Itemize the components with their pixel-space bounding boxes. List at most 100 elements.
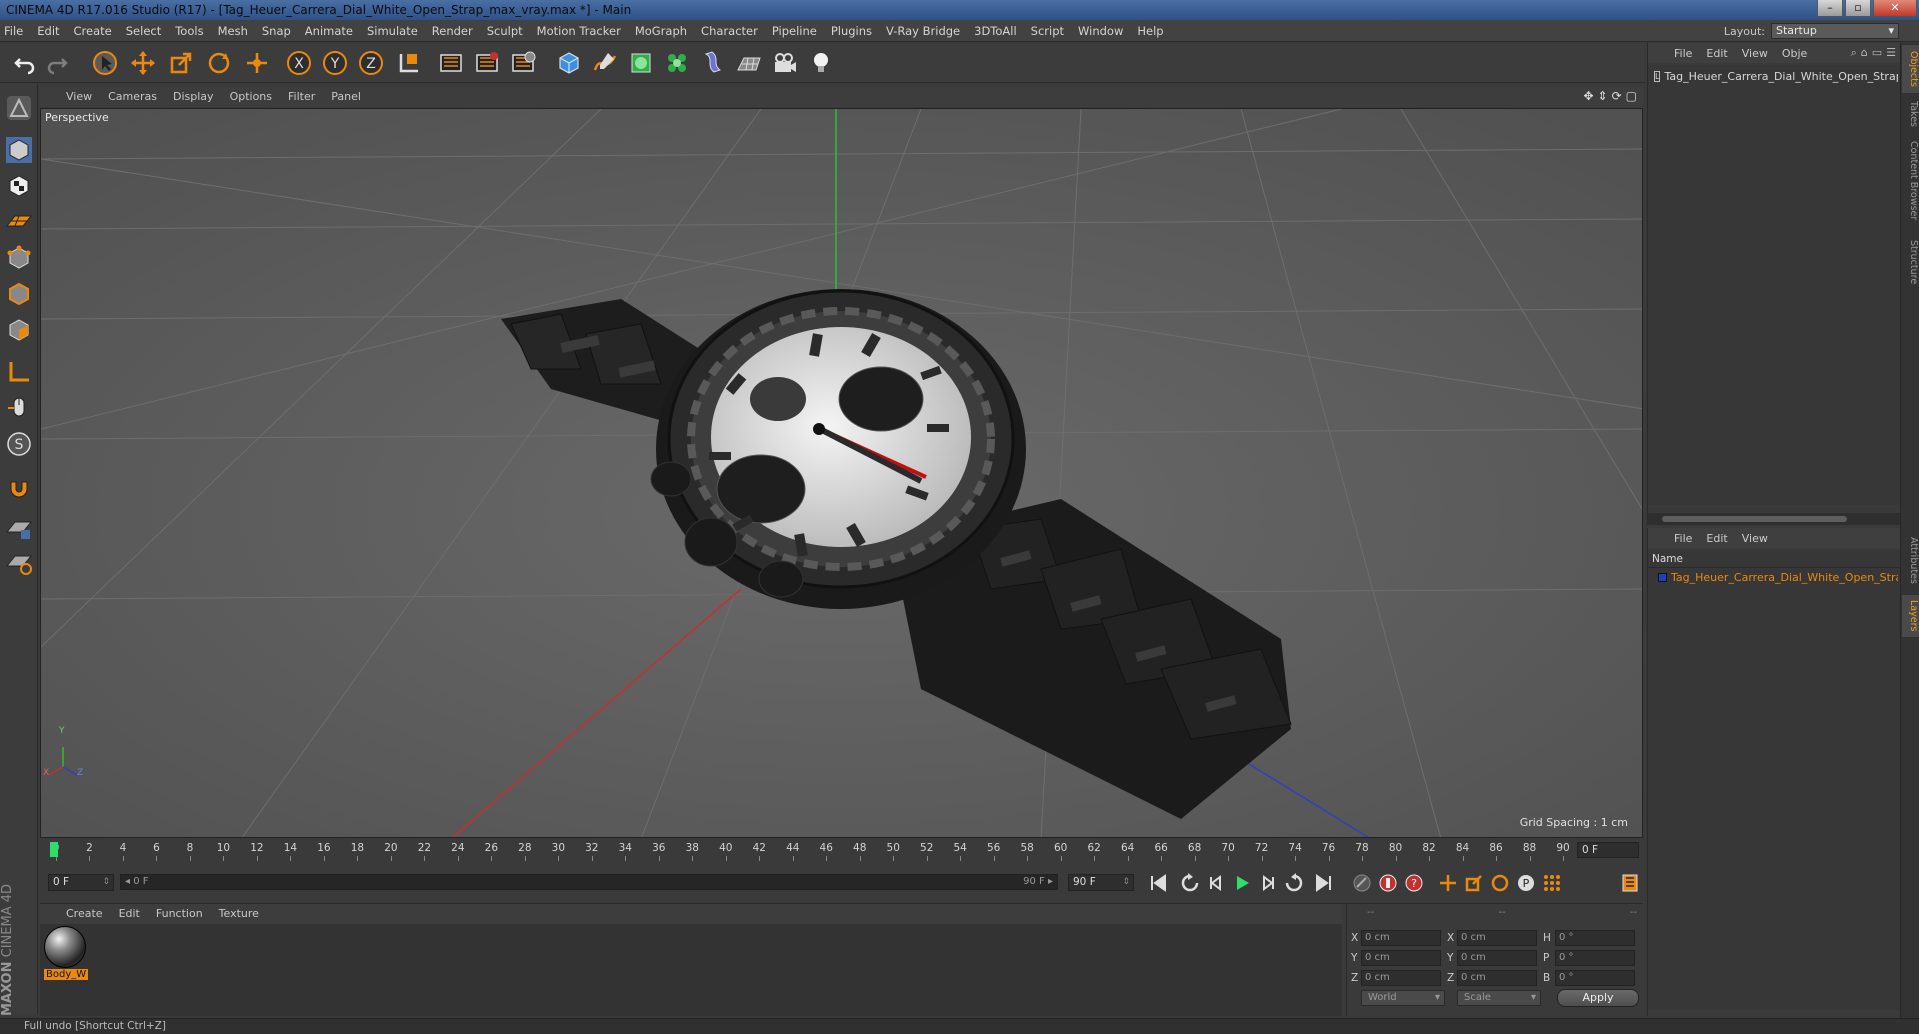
maximize-button[interactable]: ▫ xyxy=(1845,0,1871,17)
menu-tools[interactable]: Tools xyxy=(175,24,203,38)
menu-render[interactable]: Render xyxy=(432,24,473,38)
model-mode-icon[interactable] xyxy=(3,134,35,166)
tab-layers[interactable]: Layers xyxy=(1902,595,1919,637)
perspective-viewport[interactable]: Perspective Y X Z Grid Spacing : 1 cm xyxy=(40,108,1643,838)
material-menu-edit[interactable]: Edit xyxy=(119,907,140,920)
layer-color-swatch[interactable] xyxy=(1658,573,1667,582)
render-settings-icon[interactable] xyxy=(508,48,538,78)
texture-mode-icon[interactable] xyxy=(3,170,35,202)
object-list-scrollbar[interactable] xyxy=(1648,513,1900,525)
end-frame-field[interactable]: 90 F xyxy=(1068,874,1134,891)
menu-simulate[interactable]: Simulate xyxy=(367,24,418,38)
move-icon[interactable] xyxy=(128,48,158,78)
playhead[interactable] xyxy=(50,842,58,857)
dolly-icon[interactable]: ⇕ xyxy=(1598,89,1608,103)
snap-icon[interactable]: S xyxy=(3,428,35,460)
locked-workplane-icon[interactable] xyxy=(3,512,35,544)
light-icon[interactable] xyxy=(806,48,836,78)
polygons-mode-icon[interactable] xyxy=(3,314,35,346)
tab-takes[interactable]: Takes xyxy=(1902,97,1919,131)
edges-mode-icon[interactable] xyxy=(3,278,35,310)
y-axis-lock-icon[interactable]: Y xyxy=(320,48,350,78)
menu-character[interactable]: Character xyxy=(701,24,758,38)
menu-pipeline[interactable]: Pipeline xyxy=(772,24,817,38)
floor-icon[interactable] xyxy=(734,48,764,78)
position-z-field[interactable]: 0 cm xyxy=(1361,970,1441,986)
workplane-mode-icon[interactable] xyxy=(3,206,35,238)
orbit-icon[interactable]: ⟳ xyxy=(1612,89,1622,103)
viewport-menu-display[interactable]: Display xyxy=(173,90,214,103)
material-menu-texture[interactable]: Texture xyxy=(219,907,259,920)
viewport-menu-panel[interactable]: Panel xyxy=(331,90,361,103)
menu-mesh[interactable]: Mesh xyxy=(218,24,248,38)
previous-frame-icon[interactable] xyxy=(1204,871,1228,895)
layer-menu-edit[interactable]: Edit xyxy=(1706,532,1727,545)
viewport-menu-view[interactable]: View xyxy=(66,90,92,103)
next-frame-icon[interactable] xyxy=(1256,871,1280,895)
key-rotation-icon[interactable] xyxy=(1488,871,1512,895)
deformer-icon[interactable] xyxy=(698,48,728,78)
menu-create[interactable]: Create xyxy=(74,24,112,38)
next-key-icon[interactable] xyxy=(1282,871,1306,895)
tweak-mode-icon[interactable] xyxy=(3,392,35,424)
object-item[interactable]: L Tag_Heuer_Carrera_Dial_White_Open_Stra… xyxy=(1654,70,1898,83)
subdivision-surface-icon[interactable] xyxy=(626,48,656,78)
go-to-end-icon[interactable] xyxy=(1312,871,1336,895)
menu-select[interactable]: Select xyxy=(126,24,161,38)
size-x-field[interactable]: 0 cm xyxy=(1457,930,1537,946)
menu-v-ray-bridge[interactable]: V-Ray Bridge xyxy=(886,24,960,38)
pan-icon[interactable]: ✥ xyxy=(1583,89,1593,103)
rotation-p-field[interactable]: 0 ° xyxy=(1555,950,1635,966)
object-menu-edit[interactable]: Edit xyxy=(1706,47,1727,60)
key-point-level-icon[interactable] xyxy=(1540,871,1564,895)
planar-workplane-icon[interactable] xyxy=(3,546,35,578)
size-y-field[interactable]: 0 cm xyxy=(1457,950,1537,966)
object-menu-obje[interactable]: Obje xyxy=(1782,47,1807,60)
coordinate-system-icon[interactable] xyxy=(394,48,424,78)
object-menu-file[interactable]: File xyxy=(1674,47,1692,60)
panel-menu-icon[interactable]: ☰ xyxy=(1886,46,1896,60)
minimize-button[interactable]: – xyxy=(1817,0,1843,17)
points-mode-icon[interactable] xyxy=(3,242,35,274)
timeline-window-icon[interactable] xyxy=(1618,871,1642,895)
axis-mode-icon[interactable] xyxy=(3,356,35,388)
start-frame-field[interactable]: 0 F xyxy=(48,874,114,891)
render-picture-viewer-icon[interactable] xyxy=(472,48,502,78)
magnet-icon[interactable] xyxy=(3,472,35,504)
menu-plugins[interactable]: Plugins xyxy=(831,24,872,38)
viewport-menu-options[interactable]: Options xyxy=(230,90,272,103)
search-icon[interactable]: ⌕ xyxy=(1851,46,1857,60)
viewport-menu-filter[interactable]: Filter xyxy=(288,90,315,103)
redo-icon[interactable] xyxy=(42,48,72,78)
object-menu-view[interactable]: View xyxy=(1742,47,1768,60)
material-menu-function[interactable]: Function xyxy=(156,907,203,920)
play-icon[interactable] xyxy=(1230,871,1254,895)
close-button[interactable]: ✕ xyxy=(1873,0,1917,17)
position-x-field[interactable]: 0 cm xyxy=(1361,930,1441,946)
go-to-start-icon[interactable] xyxy=(1146,871,1170,895)
menu-snap[interactable]: Snap xyxy=(262,24,291,38)
menu-edit[interactable]: Edit xyxy=(37,24,59,38)
x-axis-lock-icon[interactable]: X xyxy=(284,48,314,78)
scale-icon[interactable] xyxy=(166,48,196,78)
size-mode-select[interactable]: Scale xyxy=(1457,990,1541,1006)
menu-file[interactable]: File xyxy=(4,24,23,38)
render-view-icon[interactable] xyxy=(436,48,466,78)
cube-object-icon[interactable] xyxy=(554,48,584,78)
menu-mograph[interactable]: MoGraph xyxy=(635,24,687,38)
tab-content-browser[interactable]: Content Browser xyxy=(1902,135,1919,227)
keyframe-selection-icon[interactable]: ? xyxy=(1402,871,1426,895)
material-body-w[interactable]: Body_W xyxy=(44,926,88,980)
rotate-icon[interactable] xyxy=(204,48,234,78)
viewport-menu-cameras[interactable]: Cameras xyxy=(108,90,157,103)
previous-key-icon[interactable] xyxy=(1178,871,1202,895)
new-window-icon[interactable]: ▭ xyxy=(1872,46,1882,60)
layer-item[interactable]: Tag_Heuer_Carrera_Dial_White_Open_Strap xyxy=(1658,571,1898,584)
layer-menu-view[interactable]: View xyxy=(1742,532,1768,545)
menu-script[interactable]: Script xyxy=(1031,24,1064,38)
z-axis-lock-icon[interactable]: Z xyxy=(356,48,386,78)
menu-3dtoall[interactable]: 3DToAll xyxy=(974,24,1017,38)
menu-animate[interactable]: Animate xyxy=(305,24,353,38)
tab-objects[interactable]: Objects xyxy=(1902,45,1919,93)
coordinate-space-select[interactable]: World xyxy=(1361,990,1445,1006)
